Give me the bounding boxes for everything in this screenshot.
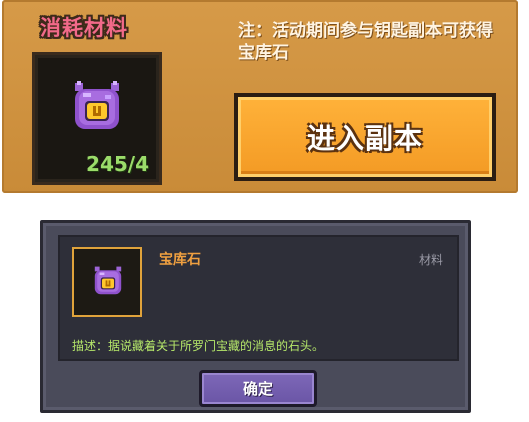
screen: 消耗材料 245/4 注：活动期间参与钥匙副本可获得宝库石 进入副本 宝库石 材… — [0, 0, 529, 422]
confirm-button[interactable]: 确定 — [199, 370, 317, 407]
item-info-dialog: 宝库石 材料 描述：据说藏着关于所罗门宝藏的消息的石头。 确定 — [40, 220, 471, 413]
event-note: 注：活动期间参与钥匙副本可获得宝库石 — [238, 21, 493, 63]
enter-dungeon-label: 进入副本 — [306, 122, 423, 155]
item-category: 材料 — [418, 253, 443, 267]
treasure-stone-icon — [75, 81, 119, 129]
dialog-item-slot — [72, 247, 142, 317]
item-info-panel: 宝库石 材料 描述：据说藏着关于所罗门宝藏的消息的石头。 — [58, 235, 459, 361]
item-count: 245/4 — [86, 152, 149, 176]
item-name: 宝库石 — [159, 252, 201, 268]
material-item-slot[interactable]: 245/4 — [32, 52, 162, 185]
item-description: 描述：据说藏着关于所罗门宝藏的消息的石头。 — [72, 339, 325, 353]
panel-title: 消耗材料 — [40, 16, 128, 40]
consume-material-panel: 消耗材料 245/4 注：活动期间参与钥匙副本可获得宝库石 进入副本 — [2, 0, 518, 193]
confirm-label: 确定 — [242, 380, 273, 398]
treasure-stone-icon — [94, 266, 122, 295]
enter-dungeon-button[interactable]: 进入副本 — [234, 93, 496, 181]
